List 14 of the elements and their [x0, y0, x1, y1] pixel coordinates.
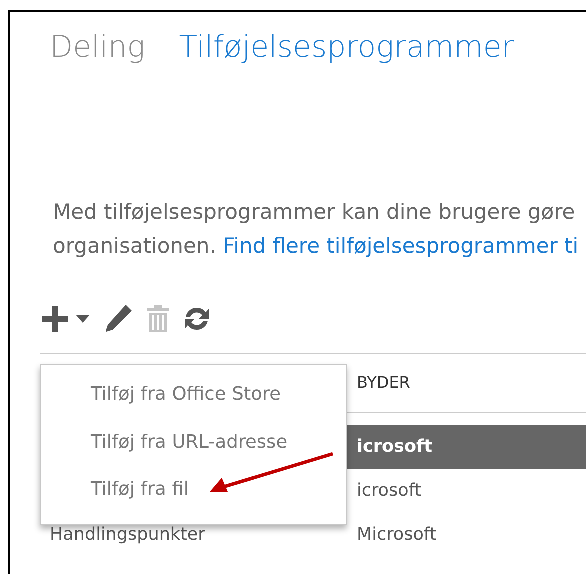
description-text: Med tilføjelsesprogrammer kan dine brugere gøre [53, 199, 576, 226]
description-text: organisationen. [53, 234, 218, 258]
menu-item[interactable]: Tilføj fra URL-adresse [41, 418, 288, 466]
table-cell: Microsoft [357, 524, 437, 545]
store-link[interactable]: Find flere tilføjelsesprogrammer ti [223, 234, 579, 258]
column-header: BYDER [357, 373, 410, 392]
tab[interactable]: Deling [50, 28, 146, 67]
table-cell: Handlingspunkter [50, 524, 206, 545]
table-cell: icrosoft [357, 436, 432, 457]
menu-item[interactable]: Tilføj fra Office Store [41, 371, 281, 418]
tab[interactable]: Tilføjelsesprogrammer [179, 28, 514, 67]
menu-item[interactable]: Tilføj fra fil [41, 466, 189, 514]
caret-icon[interactable] [76, 315, 90, 323]
add-icon[interactable] [40, 304, 70, 334]
